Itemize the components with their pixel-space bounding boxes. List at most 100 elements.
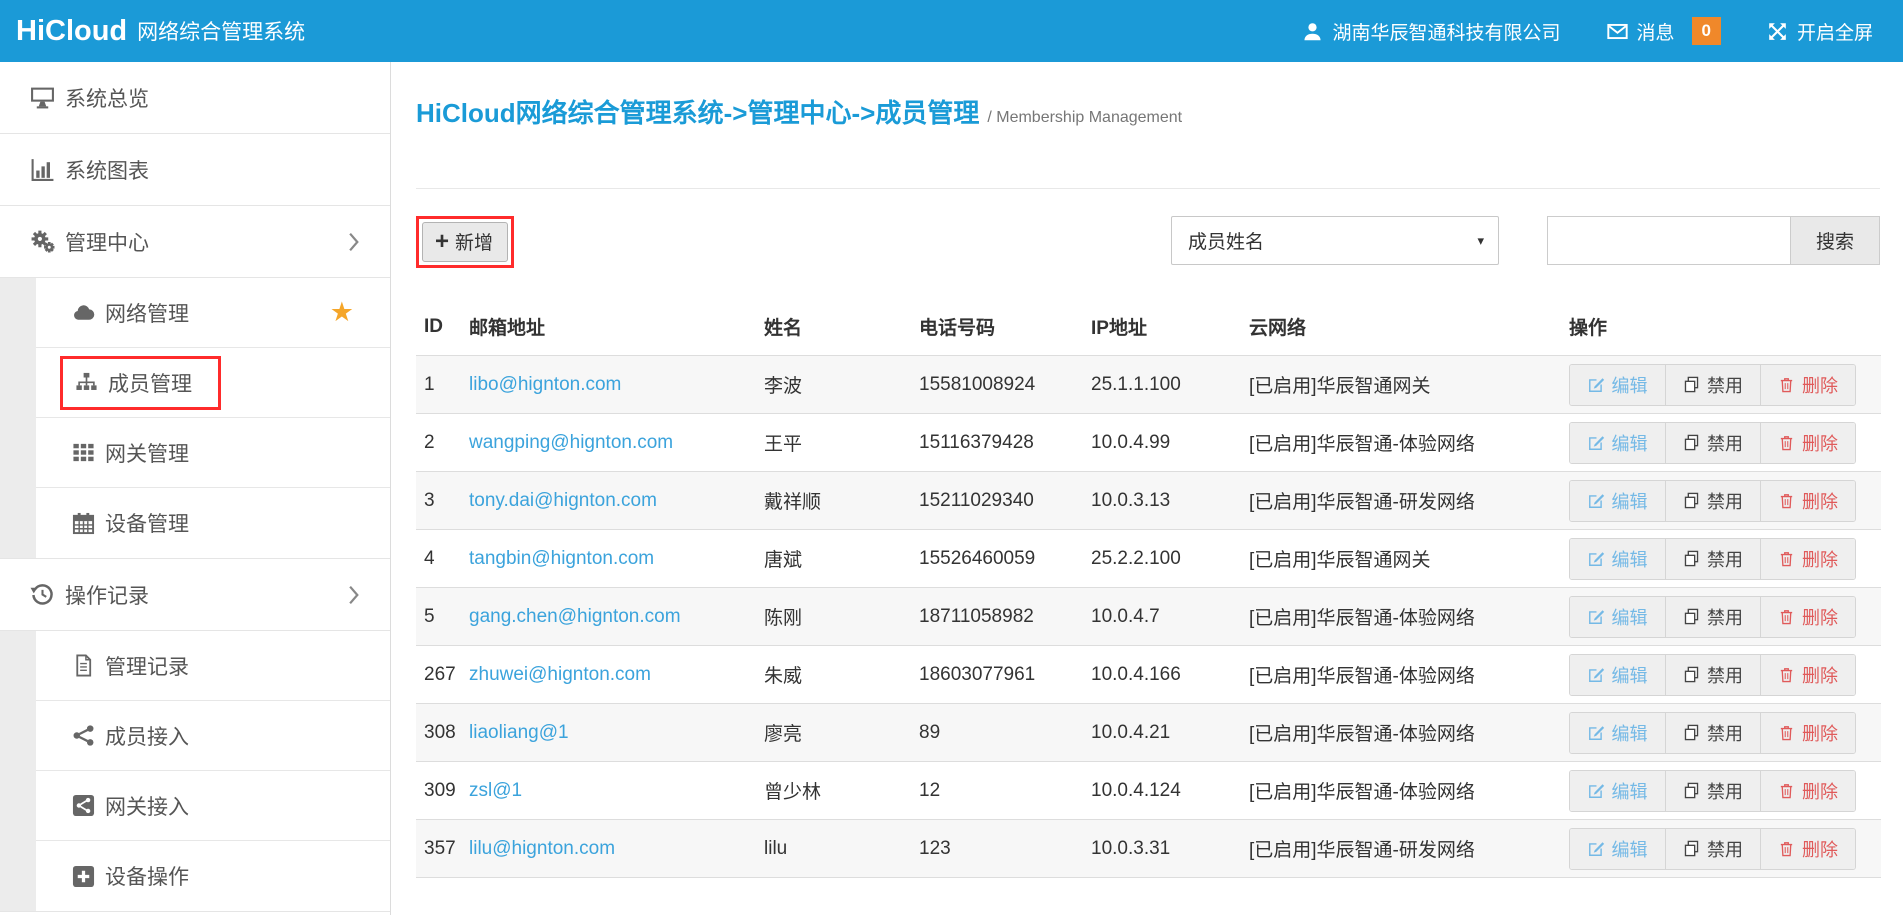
sidebar-item-gateway-access[interactable]: 网关接入 [36, 771, 390, 841]
sidebar-item-management-center[interactable]: 管理中心 [0, 206, 390, 278]
member-email-link[interactable]: libo@hignton.com [469, 374, 621, 395]
disable-button[interactable]: 禁用 [1665, 481, 1760, 521]
sidebar-item-system-charts[interactable]: 系统图表 [0, 134, 390, 206]
edit-button[interactable]: 编辑 [1570, 481, 1665, 521]
delete-button[interactable]: 删除 [1760, 713, 1855, 753]
edit-button-label: 编辑 [1612, 836, 1648, 862]
member-email-link[interactable]: gang.chen@hignton.com [469, 606, 681, 627]
delete-button[interactable]: 删除 [1760, 481, 1855, 521]
edit-icon [1588, 608, 1605, 625]
row-actions: 编辑 禁用 删除 [1569, 712, 1856, 754]
disable-button[interactable]: 禁用 [1665, 655, 1760, 695]
delete-button[interactable]: 删除 [1760, 771, 1855, 811]
disable-button-label: 禁用 [1707, 546, 1743, 572]
disable-button[interactable]: 禁用 [1665, 771, 1760, 811]
cell-phone: 15581008924 [911, 356, 1083, 414]
edit-button-label: 编辑 [1612, 546, 1648, 572]
search-group: 搜索 [1547, 216, 1880, 265]
edit-button[interactable]: 编辑 [1570, 713, 1665, 753]
delete-button[interactable]: 删除 [1760, 539, 1855, 579]
history-icon [30, 582, 55, 607]
sidebar-item-gateway-management[interactable]: 网关管理 [36, 418, 390, 488]
disable-button[interactable]: 禁用 [1665, 423, 1760, 463]
cell-id: 1 [416, 356, 461, 414]
fullscreen-toggle[interactable]: 开启全屏 [1767, 18, 1873, 45]
search-button[interactable]: 搜索 [1790, 216, 1880, 265]
grid-icon [72, 441, 95, 464]
search-input[interactable] [1547, 216, 1790, 265]
filter-field-value: 成员姓名 [1188, 227, 1264, 254]
sidebar-item-member-management[interactable]: 成员管理 [36, 348, 390, 418]
sidebar: 系统总览 系统图表 管理中心 网络管理 ★ 成员管理 [0, 62, 391, 915]
disable-button[interactable]: 禁用 [1665, 365, 1760, 405]
member-email-link[interactable]: tony.dai@hignton.com [469, 490, 657, 511]
edit-button[interactable]: 编辑 [1570, 829, 1665, 869]
sidebar-item-network-management[interactable]: 网络管理 ★ [36, 278, 390, 348]
column-header-phone: 电话号码 [911, 301, 1083, 356]
cell-ip: 10.0.4.166 [1083, 646, 1241, 704]
row-actions: 编辑 禁用 删除 [1569, 654, 1856, 696]
edit-button[interactable]: 编辑 [1570, 655, 1665, 695]
sidebar-item-device-operation[interactable]: 设备操作 [36, 841, 390, 911]
sidebar-item-operation-records[interactable]: 操作记录 [0, 559, 390, 631]
sidebar-item-label: 网关管理 [105, 438, 189, 468]
table-row: 4 tangbin@hignton.com 唐斌 15526460059 25.… [416, 530, 1881, 588]
sidebar-item-device-management[interactable]: 设备管理 [36, 488, 390, 558]
sidebar-item-system-overview[interactable]: 系统总览 [0, 62, 390, 134]
filter-field-select[interactable]: 成员姓名 ▾ [1171, 216, 1499, 265]
caret-down-icon: ▾ [1477, 233, 1484, 249]
cell-id: 5 [416, 588, 461, 646]
member-email-link[interactable]: zhuwei@hignton.com [469, 664, 651, 685]
delete-button[interactable]: 删除 [1760, 597, 1855, 637]
sidebar-item-label: 成员接入 [105, 721, 189, 751]
cell-name: 廖亮 [756, 704, 911, 762]
table-row: 5 gang.chen@hignton.com 陈刚 18711058982 1… [416, 588, 1881, 646]
copy-icon [1683, 782, 1700, 799]
edit-button[interactable]: 编辑 [1570, 423, 1665, 463]
member-email-link[interactable]: wangping@hignton.com [469, 432, 673, 453]
cell-name: 唐斌 [756, 530, 911, 588]
member-email-link[interactable]: zsl@1 [469, 780, 522, 801]
delete-button[interactable]: 删除 [1760, 655, 1855, 695]
table-row: 267 zhuwei@hignton.com 朱威 18603077961 10… [416, 646, 1881, 704]
cell-ip: 25.1.1.100 [1083, 356, 1241, 414]
edit-button[interactable]: 编辑 [1570, 539, 1665, 579]
member-email-link[interactable]: lilu@hignton.com [469, 838, 615, 859]
disable-button[interactable]: 禁用 [1665, 829, 1760, 869]
star-icon[interactable]: ★ [330, 299, 354, 326]
copy-icon [1683, 376, 1700, 393]
edit-icon [1588, 782, 1605, 799]
cell-ip: 10.0.4.124 [1083, 762, 1241, 820]
breadcrumb-subtitle: / Membership Management [987, 109, 1182, 126]
disable-button[interactable]: 禁用 [1665, 713, 1760, 753]
trash-icon [1778, 434, 1795, 451]
member-email-link[interactable]: tangbin@hignton.com [469, 548, 654, 569]
trash-icon [1778, 840, 1795, 857]
trash-icon [1778, 724, 1795, 741]
chevron-right-icon [348, 232, 360, 252]
edit-button[interactable]: 编辑 [1570, 771, 1665, 811]
edit-button-label: 编辑 [1612, 662, 1648, 688]
copy-icon [1683, 666, 1700, 683]
annotation-box-member-management: 成员管理 [60, 356, 221, 410]
trash-icon [1778, 376, 1795, 393]
edit-button[interactable]: 编辑 [1570, 365, 1665, 405]
disable-button-label: 禁用 [1707, 836, 1743, 862]
delete-button[interactable]: 删除 [1760, 829, 1855, 869]
disable-button[interactable]: 禁用 [1665, 597, 1760, 637]
company-menu[interactable]: 湖南华辰智通科技有限公司 [1302, 18, 1560, 45]
add-button[interactable]: + 新增 [422, 222, 508, 262]
sidebar-item-member-access[interactable]: 成员接入 [36, 701, 390, 771]
operation-records-submenu: 管理记录 成员接入 网关接入 设备操作 [0, 631, 390, 912]
sidebar-item-management-records[interactable]: 管理记录 [36, 631, 390, 701]
delete-button[interactable]: 删除 [1760, 423, 1855, 463]
messages-menu[interactable]: 消息 0 [1607, 17, 1721, 45]
disable-button[interactable]: 禁用 [1665, 539, 1760, 579]
copy-icon [1683, 840, 1700, 857]
cell-name: 陈刚 [756, 588, 911, 646]
member-email-link[interactable]: liaoliang@1 [469, 722, 569, 743]
edit-button[interactable]: 编辑 [1570, 597, 1665, 637]
cell-phone: 15526460059 [911, 530, 1083, 588]
delete-button[interactable]: 删除 [1760, 365, 1855, 405]
edit-icon [1588, 840, 1605, 857]
